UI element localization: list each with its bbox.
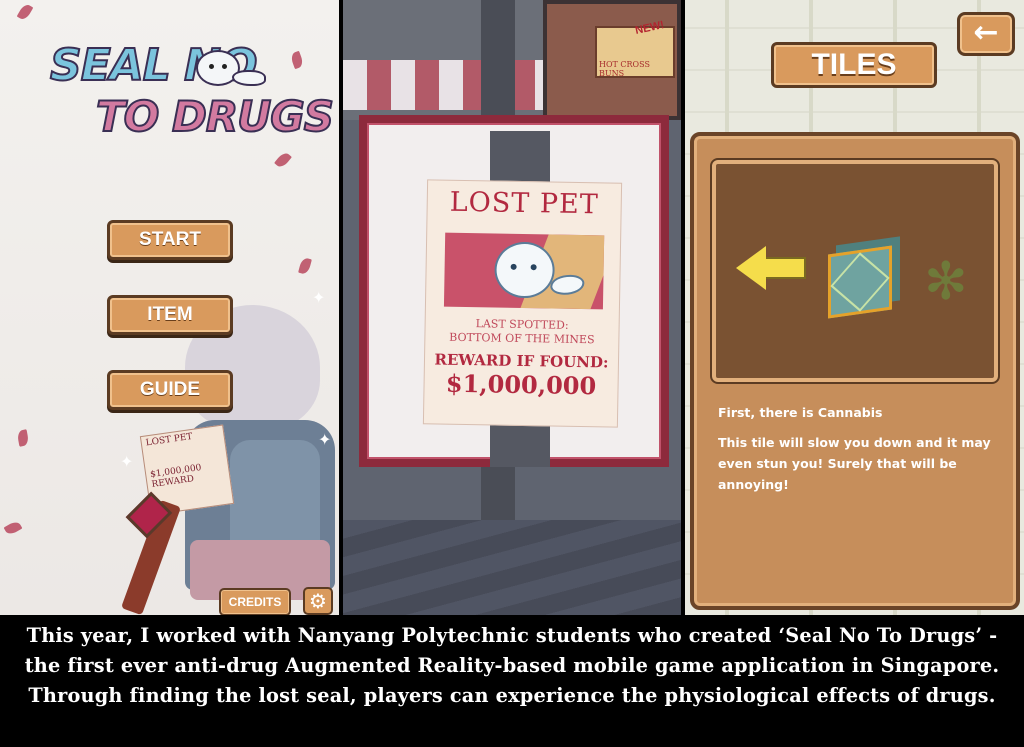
tile-info-card: ✻ First, there is Cannabis This tile wil…: [690, 132, 1020, 610]
flyer-title: LOST PET: [145, 431, 194, 449]
petal-decoration: [289, 50, 305, 70]
settings-button[interactable]: ⚙: [303, 587, 333, 615]
logo-seal-tail: [232, 70, 266, 86]
flyer-reward: $1,000,000 REWARD: [149, 463, 203, 491]
tiles-guide-screen: ← TILES ✻ First, there is Cannabis This …: [685, 0, 1024, 615]
gear-icon: ⚙: [309, 589, 327, 613]
credits-button[interactable]: CREDITS: [219, 588, 291, 615]
petal-decoration: [16, 2, 34, 22]
back-arrow-icon: ←: [973, 15, 999, 50]
sparkle-icon: ✦: [318, 430, 332, 449]
last-spotted-location: BOTTOM OF THE MINES: [449, 330, 595, 347]
back-button[interactable]: ←: [957, 12, 1015, 56]
tile-illustration: ✻: [712, 160, 998, 382]
ar-camera-screen: HOT CROSS BUNS NEW! LOST PET LAST SPOTTE…: [343, 0, 681, 615]
caption-text: This year, I worked with Nanyang Polytec…: [0, 615, 1024, 747]
tile-heading: First, there is Cannabis: [718, 405, 883, 420]
logo-line2: TO DRUGS: [95, 91, 335, 142]
cannabis-tile-icon: [828, 245, 892, 319]
pavement: [343, 520, 681, 615]
petal-decoration: [16, 429, 30, 447]
page-title: TILES: [771, 42, 937, 88]
poster-seal-picture: [443, 232, 605, 310]
shop-sign-text: HOT CROSS BUNS: [599, 60, 650, 78]
start-button[interactable]: START: [107, 220, 233, 260]
main-menu-screen: SEAL NO TO DRUGS LOST PET $1,000,000 REW…: [0, 0, 339, 615]
reward-amount: $1,000,000: [445, 368, 597, 401]
slow-arrow-icon: [736, 246, 806, 290]
poster-title: LOST PET: [449, 186, 600, 221]
sparkle-icon: ✦: [120, 452, 134, 471]
petal-decoration: [3, 519, 23, 537]
cannabis-leaf-icon: ✻: [924, 252, 968, 312]
petal-decoration: [274, 150, 292, 170]
lost-pet-poster: LOST PET LAST SPOTTED: BOTTOM OF THE MIN…: [422, 179, 623, 428]
tile-description: This tile will slow you down and it may …: [718, 435, 991, 492]
ar-poster-frame[interactable]: LOST PET LAST SPOTTED: BOTTOM OF THE MIN…: [359, 115, 669, 467]
item-button[interactable]: ITEM: [107, 295, 233, 335]
arrow-shaft: [762, 257, 806, 279]
petal-decoration: [298, 256, 312, 276]
sparkle-icon: ✦: [312, 288, 326, 307]
arrow-head: [736, 246, 766, 290]
guide-button[interactable]: GUIDE: [107, 370, 233, 410]
